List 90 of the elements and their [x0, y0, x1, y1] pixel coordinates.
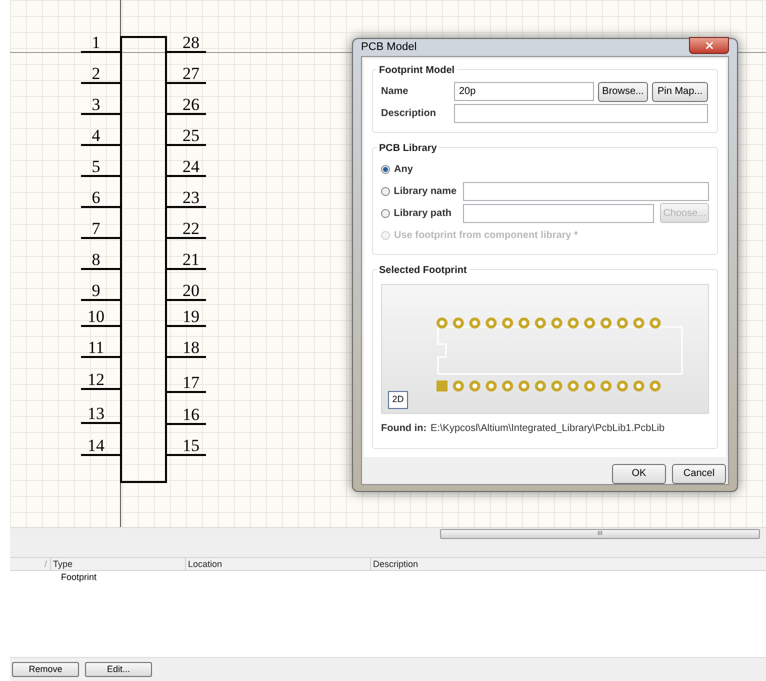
window-title: PCB Model: [361, 40, 417, 55]
pin-number: 2: [92, 64, 100, 83]
library-field[interactable]: [463, 204, 654, 222]
pin-number: 27: [182, 64, 200, 83]
group-title: Selected Footprint: [377, 262, 469, 278]
pin-number: 9: [92, 281, 100, 300]
browse-button[interactable]: Browse...: [598, 82, 648, 102]
pin-line: [81, 82, 121, 84]
field-label: Description: [381, 106, 438, 120]
pin-line: [166, 206, 206, 208]
pin-number: 8: [92, 250, 100, 269]
pin-line: [166, 237, 206, 239]
pin-number: 3: [92, 95, 100, 114]
name-field[interactable]: 20p: [454, 82, 594, 101]
pin-number: 13: [88, 404, 104, 423]
pin-line: [166, 299, 206, 301]
pin-number: 20: [182, 281, 200, 300]
ok-button[interactable]: OK: [612, 464, 666, 484]
pin-number: 18: [182, 338, 200, 357]
pin-line: [81, 454, 121, 456]
pin-number: 26: [182, 95, 200, 114]
pin-line: [166, 325, 206, 327]
pin-line: [166, 454, 206, 456]
pin-line: [166, 356, 206, 358]
view-mode-button[interactable]: 2D: [388, 390, 408, 408]
radio-label: Use footprint from component library *: [394, 228, 578, 242]
pin-number: 22: [182, 219, 200, 238]
radio-button[interactable]: [381, 208, 390, 218]
pin-number: 11: [88, 338, 104, 357]
pin-number: 23: [182, 188, 200, 207]
remove-button[interactable]: Remove: [12, 662, 79, 677]
pin-line: [166, 175, 206, 177]
pin-line: [166, 82, 206, 84]
radio-button[interactable]: [381, 186, 390, 196]
pin-number: 4: [92, 126, 100, 145]
pin-number: 17: [182, 373, 200, 392]
pin-number: 1: [92, 33, 100, 52]
pin-number: 14: [88, 436, 104, 455]
pin-number: 5: [92, 157, 100, 176]
pin-number: 10: [88, 307, 104, 326]
pin-line: [166, 268, 206, 270]
radio-label: Any: [394, 162, 413, 176]
close-button[interactable]: [689, 36, 729, 54]
pin-line: [81, 237, 121, 239]
radio-label: Library name: [394, 184, 458, 198]
pin-map-button[interactable]: Pin Map...: [652, 82, 708, 102]
radio-button[interactable]: [381, 164, 390, 174]
pin-line: [81, 422, 121, 424]
pin-line: [166, 144, 206, 146]
group-title: Footprint Model: [377, 62, 457, 78]
group-title: PCB Library: [377, 140, 439, 156]
pin-number: 16: [182, 405, 200, 424]
found-in-label: Found in:: [381, 422, 427, 436]
pin-line: [81, 51, 121, 53]
column-header[interactable]: Type: [50, 558, 185, 570]
column-header[interactable]: Location: [185, 558, 370, 570]
pin-line: [166, 113, 206, 115]
pin-number: 25: [182, 126, 200, 145]
pin-number: 7: [92, 219, 100, 238]
library-path: E:\Kypcosl\Altium\Integrated_Library\PcbLib1.PcbLib: [430, 422, 665, 436]
pin-number: 15: [182, 436, 200, 455]
pin-line: [166, 391, 206, 393]
library-field[interactable]: [463, 182, 710, 200]
sort-mark: /: [44, 558, 47, 570]
pin-line: [166, 51, 206, 53]
pin-line: [81, 299, 121, 301]
pin-line: [81, 113, 121, 115]
pin-line: [81, 356, 121, 358]
schematic-canvas[interactable]: [10, 0, 766, 527]
pin-line: [166, 423, 206, 425]
pin-number: 28: [182, 33, 200, 52]
column-header[interactable]: Description: [370, 558, 766, 570]
field-label: Name: [381, 85, 410, 99]
pin-line: [81, 144, 121, 146]
radio-label: Library path: [394, 206, 453, 220]
pin-number: 6: [92, 188, 100, 207]
pin-line: [81, 325, 121, 327]
pin-line: [81, 388, 121, 390]
description-field[interactable]: [454, 104, 708, 122]
close-icon: [704, 40, 714, 51]
pin-line: [81, 206, 121, 208]
pin-number: 12: [88, 370, 104, 389]
pin-number: 24: [182, 157, 200, 176]
pin-number: 19: [182, 307, 200, 326]
cancel-button[interactable]: Cancel: [672, 464, 726, 484]
pin-line: [81, 268, 121, 270]
pin-number: 21: [182, 250, 200, 269]
table-cell: Footprint: [61, 572, 97, 582]
edit-button[interactable]: Edit...: [85, 662, 152, 677]
pin-line: [81, 175, 121, 177]
